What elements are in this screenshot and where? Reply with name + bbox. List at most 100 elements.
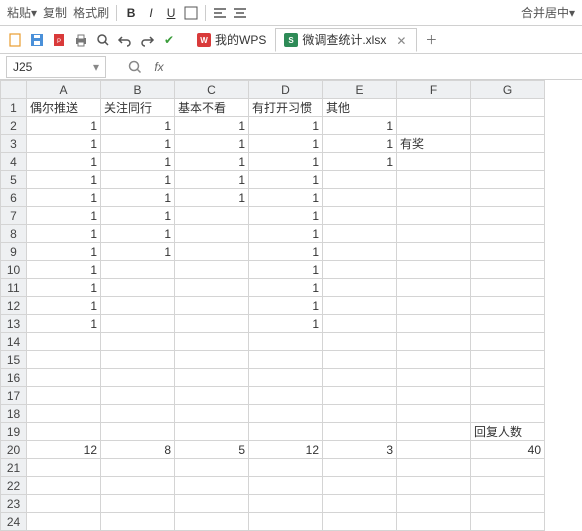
cell[interactable]: 1	[249, 279, 323, 297]
cell[interactable]	[101, 387, 175, 405]
cell[interactable]	[397, 495, 471, 513]
cell[interactable]: 1	[175, 117, 249, 135]
cell[interactable]	[249, 369, 323, 387]
cell[interactable]	[471, 369, 545, 387]
cell[interactable]: 1	[27, 225, 101, 243]
cell[interactable]	[323, 351, 397, 369]
cell[interactable]: 1	[249, 225, 323, 243]
row-header[interactable]: 7	[1, 207, 27, 225]
cell[interactable]	[101, 297, 175, 315]
cell[interactable]	[471, 153, 545, 171]
cell[interactable]	[101, 315, 175, 333]
cell[interactable]	[27, 333, 101, 351]
row-header[interactable]: 19	[1, 423, 27, 441]
cell[interactable]: 1	[27, 279, 101, 297]
cell[interactable]	[101, 477, 175, 495]
row-header[interactable]: 3	[1, 135, 27, 153]
cell[interactable]	[249, 423, 323, 441]
cell[interactable]: 1	[249, 135, 323, 153]
cell[interactable]: 1	[27, 189, 101, 207]
cell[interactable]	[471, 261, 545, 279]
cell[interactable]: 1	[249, 189, 323, 207]
cell[interactable]	[175, 333, 249, 351]
cell[interactable]	[27, 477, 101, 495]
cell[interactable]: 1	[101, 207, 175, 225]
cell[interactable]: 1	[323, 135, 397, 153]
cell[interactable]	[323, 513, 397, 531]
cell[interactable]	[397, 297, 471, 315]
row-header[interactable]: 21	[1, 459, 27, 477]
cell[interactable]	[101, 261, 175, 279]
cell[interactable]: 1	[101, 135, 175, 153]
chevron-down-icon[interactable]: ▾	[93, 60, 99, 74]
cell[interactable]	[397, 405, 471, 423]
cell[interactable]	[323, 495, 397, 513]
cell[interactable]: 12	[249, 441, 323, 459]
cell[interactable]	[175, 351, 249, 369]
cell[interactable]: 1	[27, 261, 101, 279]
cell[interactable]	[471, 225, 545, 243]
cell[interactable]	[323, 315, 397, 333]
cell[interactable]	[471, 459, 545, 477]
cell[interactable]	[27, 513, 101, 531]
cell[interactable]: 1	[175, 171, 249, 189]
cell[interactable]	[175, 243, 249, 261]
col-header[interactable]: B	[101, 81, 175, 99]
cell[interactable]	[249, 405, 323, 423]
cell[interactable]	[323, 405, 397, 423]
cell[interactable]	[323, 423, 397, 441]
cell[interactable]	[27, 369, 101, 387]
cell[interactable]	[175, 405, 249, 423]
border-button[interactable]	[183, 5, 199, 21]
cell[interactable]: 1	[249, 153, 323, 171]
cell[interactable]	[397, 117, 471, 135]
cell[interactable]	[27, 459, 101, 477]
row-header[interactable]: 5	[1, 171, 27, 189]
cell[interactable]	[397, 351, 471, 369]
col-header[interactable]: D	[249, 81, 323, 99]
cell[interactable]	[323, 225, 397, 243]
row-header[interactable]: 22	[1, 477, 27, 495]
cell[interactable]	[323, 387, 397, 405]
cell[interactable]	[397, 153, 471, 171]
cell[interactable]: 回复人数	[471, 423, 545, 441]
cell[interactable]	[27, 351, 101, 369]
close-icon[interactable]: ✕	[396, 34, 408, 46]
cell[interactable]	[397, 387, 471, 405]
cell[interactable]: 关注同行	[101, 99, 175, 117]
cell[interactable]	[471, 171, 545, 189]
cell[interactable]	[249, 333, 323, 351]
cell[interactable]	[323, 459, 397, 477]
cell[interactable]: 有打开习惯	[249, 99, 323, 117]
row-header[interactable]: 17	[1, 387, 27, 405]
cell[interactable]	[175, 315, 249, 333]
cell[interactable]	[471, 351, 545, 369]
cell[interactable]	[175, 369, 249, 387]
row-header[interactable]: 20	[1, 441, 27, 459]
cell[interactable]: 3	[323, 441, 397, 459]
cell[interactable]	[249, 351, 323, 369]
row-header[interactable]: 6	[1, 189, 27, 207]
cell[interactable]	[323, 261, 397, 279]
cell[interactable]	[175, 459, 249, 477]
underline-button[interactable]: U	[163, 5, 179, 21]
new-icon[interactable]	[6, 31, 24, 49]
print-preview-icon[interactable]	[94, 31, 112, 49]
cell[interactable]: 1	[249, 315, 323, 333]
cell[interactable]: 12	[27, 441, 101, 459]
cell[interactable]	[175, 261, 249, 279]
cell[interactable]	[323, 369, 397, 387]
italic-button[interactable]: I	[143, 5, 159, 21]
cell[interactable]	[249, 459, 323, 477]
cell[interactable]: 1	[101, 117, 175, 135]
cell[interactable]	[27, 405, 101, 423]
search-icon[interactable]	[126, 58, 144, 76]
cell[interactable]	[397, 477, 471, 495]
cell[interactable]	[397, 315, 471, 333]
cell[interactable]	[471, 297, 545, 315]
cell[interactable]: 1	[175, 153, 249, 171]
cell[interactable]: 偶尔推送	[27, 99, 101, 117]
row-header[interactable]: 16	[1, 369, 27, 387]
cell[interactable]	[471, 243, 545, 261]
cell[interactable]: 1	[101, 189, 175, 207]
